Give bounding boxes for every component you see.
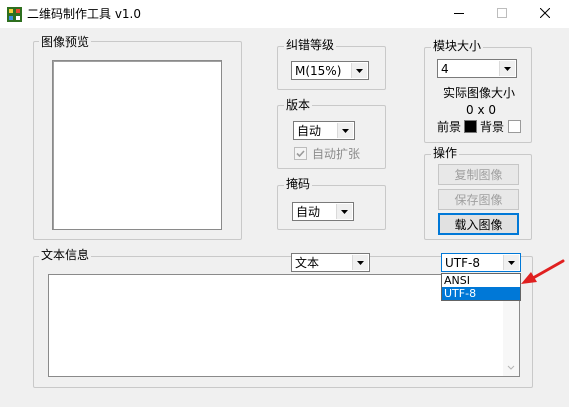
mask-group-label: 掩码 — [284, 177, 313, 191]
chevron-down-icon — [499, 61, 515, 76]
ecc-level-select[interactable]: M(15%) — [291, 61, 369, 80]
close-button[interactable] — [523, 0, 567, 28]
chevron-down-icon — [352, 255, 368, 270]
close-icon — [539, 7, 551, 21]
auto-expand-checkbox[interactable] — [294, 147, 307, 160]
mask-value: 自动 — [296, 205, 321, 219]
minimize-button[interactable] — [437, 0, 481, 28]
annotation-arrow — [519, 258, 569, 288]
background-color-swatch[interactable] — [508, 120, 521, 133]
app-icon — [7, 7, 22, 22]
load-image-button[interactable]: 载入图像 — [438, 213, 519, 235]
version-select[interactable]: 自动 — [293, 121, 355, 140]
encoding-dropdown-list: ANSI UTF-8 — [441, 273, 521, 301]
encoding-option-ansi[interactable]: ANSI — [442, 274, 520, 287]
chevron-down-icon — [336, 204, 352, 219]
text-mode-value: 文本 — [295, 256, 320, 270]
text-mode-select[interactable]: 文本 — [291, 253, 370, 272]
operations-group-label: 操作 — [431, 146, 460, 160]
version-group-label: 版本 — [284, 98, 313, 112]
ecc-level-value: M(15%) — [295, 64, 342, 78]
foreground-label: 前景 — [437, 120, 462, 134]
maximize-button[interactable] — [480, 0, 524, 28]
chevron-down-icon — [351, 63, 367, 78]
window-title: 二维码制作工具 v1.0 — [27, 7, 142, 21]
chevron-down-icon — [337, 123, 353, 138]
image-preview-canvas — [52, 60, 222, 230]
copy-image-button[interactable]: 复制图像 — [438, 164, 519, 185]
actual-size-value: 0 x 0 — [466, 103, 496, 117]
mask-select[interactable]: 自动 — [292, 202, 354, 221]
encoding-value: UTF-8 — [445, 256, 480, 270]
text-info-group-label: 文本信息 — [39, 248, 92, 262]
foreground-color-swatch[interactable] — [464, 120, 477, 133]
save-image-button[interactable]: 保存图像 — [438, 189, 519, 210]
ecc-group-label: 纠错等级 — [284, 38, 337, 52]
minimize-icon — [454, 7, 464, 21]
background-label: 背景 — [480, 120, 505, 134]
preview-group-label: 图像预览 — [39, 35, 92, 49]
encoding-select[interactable]: UTF-8 — [441, 253, 521, 272]
module-size-select[interactable]: 4 — [437, 59, 517, 78]
auto-expand-label: 自动扩张 — [312, 147, 361, 161]
actual-size-label: 实际图像大小 — [443, 86, 516, 100]
chevron-down-icon — [503, 255, 519, 270]
module-size-group-label: 模块大小 — [431, 39, 484, 53]
maximize-icon — [497, 7, 507, 21]
version-value: 自动 — [297, 124, 322, 138]
module-size-value: 4 — [441, 62, 449, 76]
encoding-option-utf8[interactable]: UTF-8 — [442, 287, 520, 300]
